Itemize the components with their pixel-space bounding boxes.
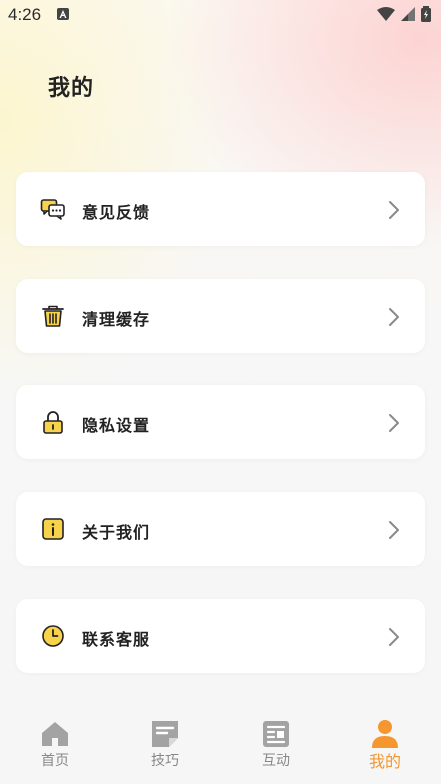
tab-label: 首页 (41, 753, 69, 769)
person-icon (372, 720, 398, 748)
clock-icon (42, 625, 64, 647)
tab-tips[interactable]: 技巧 (125, 706, 205, 776)
menu-item-privacy-settings[interactable]: 隐私设置 (16, 385, 425, 459)
menu-item-label: 联系客服 (82, 630, 151, 649)
status-time: 4:26 (8, 5, 42, 24)
info-icon (42, 518, 64, 540)
tab-interact[interactable]: 互动 (236, 706, 316, 776)
chevron-right-icon (389, 414, 399, 432)
menu-item-contact-support[interactable]: 联系客服 (16, 599, 425, 673)
chevron-right-icon (389, 521, 399, 539)
home-icon (42, 722, 68, 746)
menu-item-about-us[interactable]: 关于我们 (16, 492, 425, 566)
menu-item-label: 意见反馈 (82, 203, 151, 222)
trash-icon (42, 305, 64, 327)
bottom-tab-bar: 首页 技巧 互动 我的 (0, 706, 441, 784)
tab-label: 技巧 (151, 753, 179, 769)
tab-label: 我的 (368, 752, 401, 771)
tab-home[interactable]: 首页 (15, 706, 95, 776)
wifi-icon (377, 7, 395, 21)
chevron-right-icon (389, 308, 399, 326)
chevron-right-icon (389, 201, 399, 219)
tab-mine[interactable]: 我的 (345, 706, 425, 776)
tab-label: 互动 (262, 753, 290, 769)
chat-bubbles-icon (40, 199, 65, 220)
status-bar: 4:26 (0, 0, 441, 30)
menu-item-feedback[interactable]: 意见反馈 (16, 172, 425, 246)
lock-icon (43, 411, 63, 434)
newspaper-icon (263, 721, 289, 747)
note-icon (152, 721, 178, 747)
page-title: 我的 (48, 76, 95, 101)
menu-item-label: 隐私设置 (82, 416, 151, 435)
menu-item-clear-cache[interactable]: 清理缓存 (16, 279, 425, 353)
menu-item-label: 清理缓存 (82, 310, 151, 329)
menu-item-label: 关于我们 (82, 523, 151, 542)
accessibility-notification-icon (57, 8, 69, 20)
chevron-right-icon (389, 628, 399, 646)
status-icons (377, 6, 431, 22)
battery-icon (421, 6, 431, 22)
signal-icon (401, 7, 415, 21)
